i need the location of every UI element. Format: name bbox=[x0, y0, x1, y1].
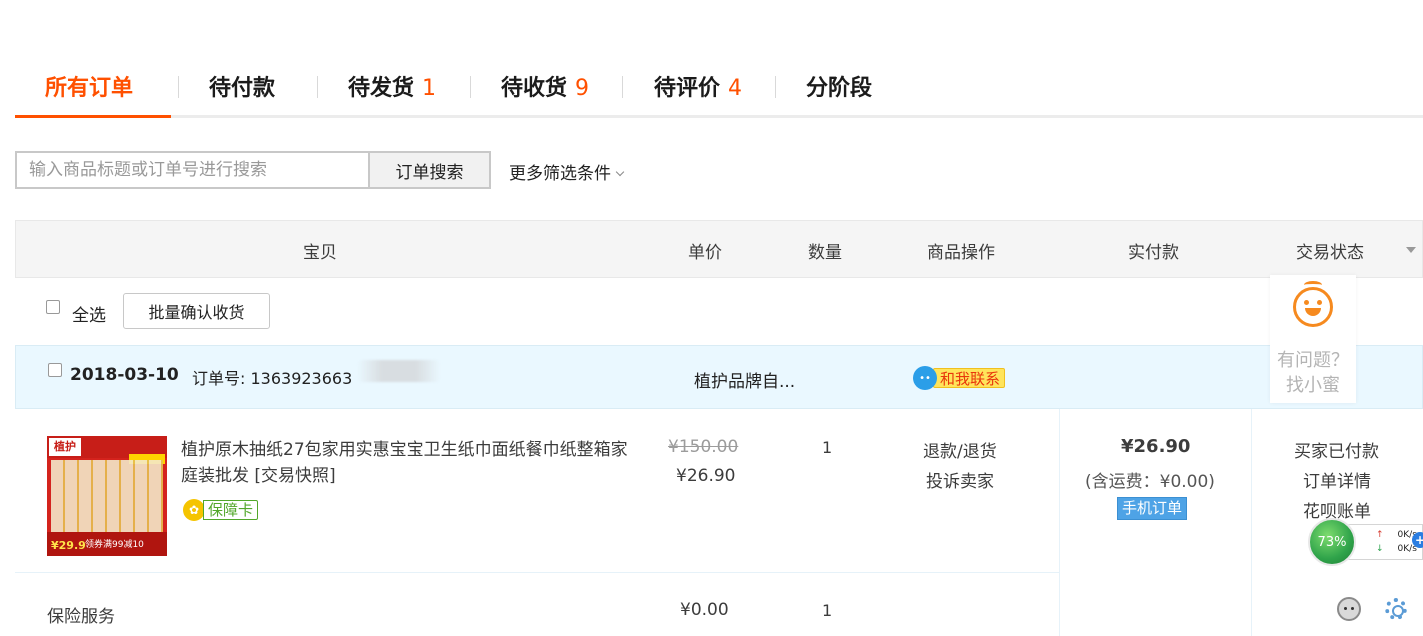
tab-count-badge: 9 bbox=[575, 76, 590, 101]
gear-icon[interactable] bbox=[1385, 598, 1407, 620]
tab-separator bbox=[622, 76, 623, 98]
tab-separator bbox=[317, 76, 318, 98]
order-tabs: 所有订单 待付款 待发货 1 待收货 9 待评价 4 分阶段 bbox=[14, 62, 1423, 118]
redacted-blur bbox=[357, 360, 441, 382]
complain-seller-link[interactable]: 投诉卖家 bbox=[926, 467, 994, 492]
tab-separator bbox=[178, 76, 179, 98]
tab-label: 待收货 bbox=[501, 76, 568, 101]
paid-amount: ¥26.90 bbox=[1121, 436, 1191, 457]
help-assistant-widget[interactable]: 有问题？ 找小蜜 bbox=[1270, 275, 1356, 403]
tab-pending-shipment[interactable]: 待发货 1 bbox=[348, 70, 436, 118]
tab-all-orders[interactable]: 所有订单 bbox=[14, 70, 172, 118]
tab-count-badge: 1 bbox=[422, 76, 437, 101]
more-filters-label: 更多筛选条件 bbox=[509, 164, 611, 184]
tab-label: 待评价 bbox=[654, 76, 721, 101]
upload-speed: ↑ 0K/s bbox=[1376, 530, 1417, 540]
order-date: 2018-03-10 bbox=[70, 365, 179, 385]
refund-return-link[interactable]: 退款/退货 bbox=[923, 437, 997, 462]
order-checkbox[interactable] bbox=[48, 363, 62, 377]
product-title-link[interactable]: 植护原木抽纸27包家用实惠宝宝卫生纸巾面纸餐巾纸整箱家庭装批发 [交易快照] bbox=[181, 437, 631, 489]
header-paid-amount: 实付款 bbox=[1128, 243, 1179, 263]
help-line-2: 找小蜜 bbox=[1286, 375, 1340, 396]
network-speed-widget[interactable]: 73% ↑ 0K/s ↓ 0K/s + bbox=[1306, 518, 1423, 566]
insurance-quantity: 1 bbox=[822, 601, 833, 620]
shipping-fee: (含运费：¥0.00) bbox=[1085, 472, 1215, 492]
tab-staged[interactable]: 分阶段 bbox=[806, 70, 872, 118]
tab-pending-review[interactable]: 待评价 4 bbox=[654, 70, 742, 118]
insurance-price: ¥0.00 bbox=[680, 600, 729, 620]
header-trade-status: 交易状态 bbox=[1296, 243, 1364, 263]
thumb-brand-logo: 植护 bbox=[49, 438, 81, 456]
order-table-header: 宝贝 单价 数量 商品操作 实付款 交易状态 bbox=[15, 220, 1423, 278]
thumb-coupon: 领券满99减10 bbox=[85, 540, 144, 550]
header-unit-price: 单价 bbox=[688, 243, 722, 263]
header-item: 宝贝 bbox=[303, 243, 337, 263]
order-search-button[interactable]: 订单搜索 bbox=[368, 151, 491, 189]
original-price: ¥150.00 bbox=[668, 437, 739, 457]
tab-pending-receipt[interactable]: 待收货 9 bbox=[501, 70, 589, 118]
order-search-input[interactable] bbox=[15, 151, 368, 189]
tab-label: 待付款 bbox=[209, 76, 276, 101]
download-speed: ↓ 0K/s bbox=[1376, 544, 1417, 554]
thumb-product-grid bbox=[51, 460, 163, 532]
insurance-service-label: 保险服务 bbox=[47, 607, 115, 627]
mobile-order-tag: 手机订单 bbox=[1117, 497, 1188, 520]
contact-label: 和我联系 bbox=[933, 368, 1006, 388]
trade-status: 买家已付款 bbox=[1294, 442, 1379, 462]
column-divider bbox=[1251, 409, 1252, 636]
tab-separator bbox=[470, 76, 471, 98]
arrow-down-icon: ↓ bbox=[1376, 544, 1384, 554]
batch-confirm-receipt-button[interactable]: 批量确认收货 bbox=[123, 293, 270, 329]
tab-count-badge: 4 bbox=[728, 76, 743, 101]
column-divider bbox=[1059, 409, 1060, 636]
guarantee-card-badge[interactable]: ✿ 保障卡 bbox=[183, 499, 259, 521]
order-number: 订单号: 1363923663 bbox=[192, 369, 353, 388]
unit-price: ¥26.90 bbox=[676, 466, 736, 486]
tab-label: 待发货 bbox=[348, 76, 415, 101]
tab-separator bbox=[775, 76, 776, 98]
product-thumbnail[interactable]: 植护 ¥29.9 领券满99减10 bbox=[47, 436, 167, 556]
smiley-face-icon bbox=[1293, 287, 1333, 327]
order-details-link[interactable]: 订单详情 bbox=[1303, 467, 1371, 492]
select-all-checkbox[interactable] bbox=[46, 300, 60, 314]
caret-down-icon[interactable] bbox=[1406, 247, 1416, 253]
tab-pending-payment[interactable]: 待付款 bbox=[209, 70, 275, 118]
more-filters-toggle[interactable]: 更多筛选条件 bbox=[509, 159, 625, 184]
chat-bubble-icon: •• bbox=[913, 366, 937, 390]
shop-name-link[interactable]: 植护品牌自... bbox=[694, 367, 795, 392]
item-quantity: 1 bbox=[822, 438, 833, 457]
chevron-down-icon bbox=[615, 167, 625, 177]
header-item-actions: 商品操作 bbox=[927, 243, 995, 263]
plus-icon[interactable]: + bbox=[1412, 532, 1423, 548]
row-divider bbox=[15, 572, 1059, 573]
memory-usage-ball: 73% bbox=[1308, 518, 1356, 566]
help-line-1: 有问题？ bbox=[1277, 350, 1349, 371]
select-all-label: 全选 bbox=[72, 306, 106, 326]
arrow-up-icon: ↑ bbox=[1376, 530, 1384, 540]
thumb-price: ¥29.9 bbox=[51, 539, 86, 552]
contact-seller-button[interactable]: •• 和我联系 bbox=[913, 366, 1006, 390]
robot-icon[interactable] bbox=[1337, 597, 1361, 621]
flower-icon: ✿ bbox=[183, 499, 205, 521]
header-quantity: 数量 bbox=[808, 243, 842, 263]
tab-label: 所有订单 bbox=[45, 76, 134, 101]
guarantee-label: 保障卡 bbox=[203, 500, 259, 520]
tab-label: 分阶段 bbox=[806, 76, 873, 101]
